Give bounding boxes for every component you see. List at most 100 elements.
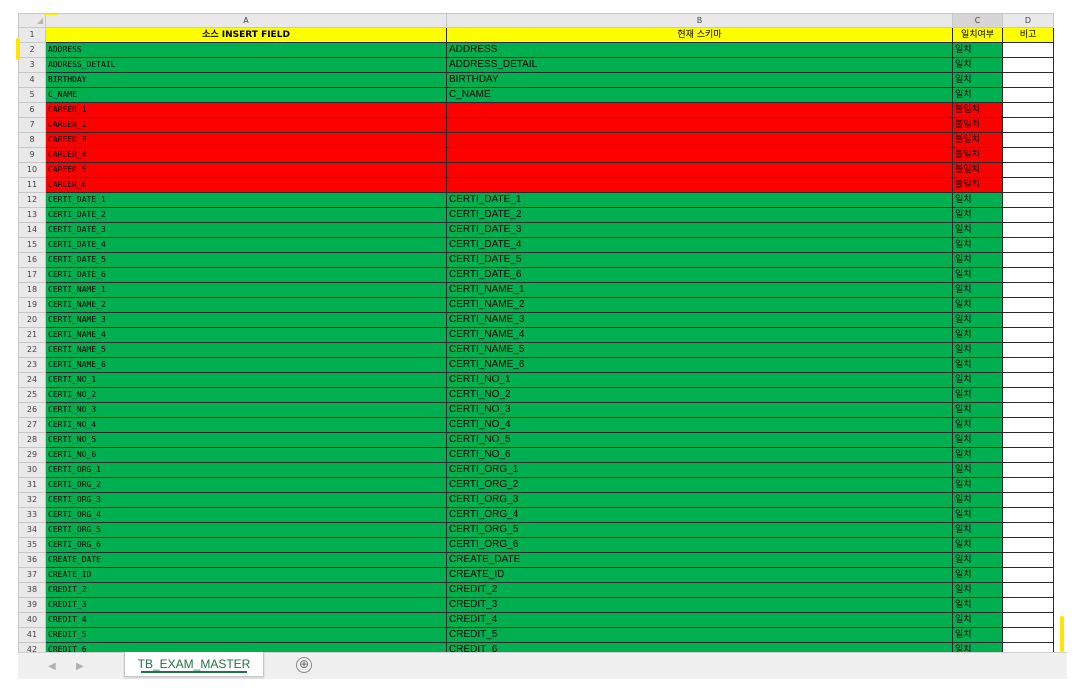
row-number[interactable]: 25 bbox=[18, 387, 46, 403]
row-number[interactable]: 29 bbox=[18, 447, 46, 463]
row-number[interactable]: 33 bbox=[18, 507, 46, 523]
row-number[interactable]: 3 bbox=[18, 57, 46, 73]
source-field-cell[interactable]: CREDIT_2 bbox=[45, 582, 447, 598]
remarks-cell[interactable] bbox=[1002, 192, 1054, 208]
remarks-cell[interactable] bbox=[1002, 72, 1054, 88]
match-status-cell[interactable]: 일치 bbox=[952, 417, 1003, 433]
match-status-cell[interactable]: 불일치 bbox=[952, 177, 1003, 193]
remarks-cell[interactable] bbox=[1002, 357, 1054, 373]
match-status-cell[interactable]: 일치 bbox=[952, 387, 1003, 403]
source-field-cell[interactable]: CERTI_NO_5 bbox=[45, 432, 447, 448]
source-field-cell[interactable]: CERTI_DATE_1 bbox=[45, 192, 447, 208]
remarks-cell[interactable] bbox=[1002, 102, 1054, 118]
schema-field-cell[interactable]: CERTI_ORG_1 bbox=[446, 462, 953, 478]
row-number[interactable]: 34 bbox=[18, 522, 46, 538]
source-field-cell[interactable]: CREDIT_4 bbox=[45, 612, 447, 628]
source-field-cell[interactable]: CERTI_DATE_6 bbox=[45, 267, 447, 283]
source-field-cell[interactable]: CERTI_ORG_2 bbox=[45, 477, 447, 493]
remarks-cell[interactable] bbox=[1002, 462, 1054, 478]
remarks-cell[interactable] bbox=[1002, 552, 1054, 568]
row-number[interactable]: 20 bbox=[18, 312, 46, 328]
match-status-cell[interactable]: 일치 bbox=[952, 552, 1003, 568]
match-status-cell[interactable]: 일치 bbox=[952, 207, 1003, 223]
schema-field-cell[interactable] bbox=[446, 132, 953, 148]
row-number[interactable]: 37 bbox=[18, 567, 46, 583]
match-status-cell[interactable]: 일치 bbox=[952, 447, 1003, 463]
schema-field-cell[interactable]: CERTI_NAME_1 bbox=[446, 282, 953, 298]
match-status-cell[interactable]: 일치 bbox=[952, 252, 1003, 268]
remarks-cell[interactable] bbox=[1002, 252, 1054, 268]
remarks-cell[interactable] bbox=[1002, 402, 1054, 418]
source-field-cell[interactable]: CREATE_DATE bbox=[45, 552, 447, 568]
schema-field-cell[interactable]: CERTI_DATE_4 bbox=[446, 237, 953, 253]
schema-field-cell[interactable]: C_NAME bbox=[446, 87, 953, 103]
source-field-cell[interactable]: CERTI_ORG_4 bbox=[45, 507, 447, 523]
match-status-cell[interactable]: 일치 bbox=[952, 267, 1003, 283]
source-field-cell[interactable]: CERTI_DATE_3 bbox=[45, 222, 447, 238]
schema-field-cell[interactable]: CERTI_NAME_2 bbox=[446, 297, 953, 313]
remarks-cell[interactable] bbox=[1002, 417, 1054, 433]
match-status-cell[interactable]: 일치 bbox=[952, 597, 1003, 613]
header-cell-current-schema[interactable]: 현재 스키마 bbox=[446, 27, 953, 43]
remarks-cell[interactable] bbox=[1002, 312, 1054, 328]
match-status-cell[interactable]: 불일치 bbox=[952, 117, 1003, 133]
schema-field-cell[interactable]: ADDRESS_DETAIL bbox=[446, 57, 953, 73]
source-field-cell[interactable]: CERTI_DATE_2 bbox=[45, 207, 447, 223]
match-status-cell[interactable]: 일치 bbox=[952, 87, 1003, 103]
schema-field-cell[interactable]: CERTI_DATE_6 bbox=[446, 267, 953, 283]
row-number[interactable]: 17 bbox=[18, 267, 46, 283]
source-field-cell[interactable]: CAREER_2 bbox=[45, 117, 447, 133]
schema-field-cell[interactable]: CERTI_ORG_2 bbox=[446, 477, 953, 493]
match-status-cell[interactable]: 일치 bbox=[952, 42, 1003, 58]
header-cell-remarks[interactable]: 비고 bbox=[1002, 27, 1054, 43]
source-field-cell[interactable]: BIRTHDAY bbox=[45, 72, 447, 88]
match-status-cell[interactable]: 일치 bbox=[952, 282, 1003, 298]
row-number[interactable]: 18 bbox=[18, 282, 46, 298]
column-header-c[interactable]: C bbox=[952, 13, 1003, 28]
row-number[interactable]: 22 bbox=[18, 342, 46, 358]
row-number[interactable]: 2 bbox=[18, 42, 46, 58]
row-number[interactable]: 28 bbox=[18, 432, 46, 448]
row-number[interactable]: 7 bbox=[18, 117, 46, 133]
row-number[interactable]: 26 bbox=[18, 402, 46, 418]
column-header-b[interactable]: B bbox=[446, 13, 953, 28]
schema-field-cell[interactable]: CERTI_NO_2 bbox=[446, 387, 953, 403]
match-status-cell[interactable]: 일치 bbox=[952, 222, 1003, 238]
row-number[interactable]: 30 bbox=[18, 462, 46, 478]
remarks-cell[interactable] bbox=[1002, 177, 1054, 193]
row-number[interactable]: 35 bbox=[18, 537, 46, 553]
match-status-cell[interactable]: 일치 bbox=[952, 627, 1003, 643]
source-field-cell[interactable]: CERTI_NO_2 bbox=[45, 387, 447, 403]
source-field-cell[interactable]: CERTI_NAME_5 bbox=[45, 342, 447, 358]
match-status-cell[interactable]: 일치 bbox=[952, 57, 1003, 73]
schema-field-cell[interactable]: CERTI_DATE_1 bbox=[446, 192, 953, 208]
row-number[interactable]: 13 bbox=[18, 207, 46, 223]
remarks-cell[interactable] bbox=[1002, 42, 1054, 58]
source-field-cell[interactable]: CERTI_NO_6 bbox=[45, 447, 447, 463]
add-sheet-icon[interactable]: ⊕ bbox=[296, 657, 312, 673]
header-cell-source-field[interactable]: 소스 INSERT FIELD bbox=[45, 27, 447, 43]
schema-field-cell[interactable]: CERTI_NO_4 bbox=[446, 417, 953, 433]
source-field-cell[interactable]: CERTI_NAME_3 bbox=[45, 312, 447, 328]
remarks-cell[interactable] bbox=[1002, 447, 1054, 463]
source-field-cell[interactable]: C_NAME bbox=[45, 87, 447, 103]
source-field-cell[interactable]: CERTI_DATE_5 bbox=[45, 252, 447, 268]
schema-field-cell[interactable] bbox=[446, 162, 953, 178]
match-status-cell[interactable]: 일치 bbox=[952, 327, 1003, 343]
spreadsheet-grid[interactable]: A B C D 1 소스 INSERT FIELD 현재 스키마 일치여부 비고… bbox=[18, 13, 1054, 658]
remarks-cell[interactable] bbox=[1002, 612, 1054, 628]
row-number[interactable]: 14 bbox=[18, 222, 46, 238]
row-number[interactable]: 6 bbox=[18, 102, 46, 118]
remarks-cell[interactable] bbox=[1002, 342, 1054, 358]
source-field-cell[interactable]: CAREER_6 bbox=[45, 177, 447, 193]
schema-field-cell[interactable]: BIRTHDAY bbox=[446, 72, 953, 88]
row-number[interactable]: 8 bbox=[18, 132, 46, 148]
row-number[interactable]: 10 bbox=[18, 162, 46, 178]
schema-field-cell[interactable] bbox=[446, 177, 953, 193]
schema-field-cell[interactable]: CREDIT_4 bbox=[446, 612, 953, 628]
row-number[interactable]: 27 bbox=[18, 417, 46, 433]
row-number[interactable]: 39 bbox=[18, 597, 46, 613]
schema-field-cell[interactable]: CREDIT_3 bbox=[446, 597, 953, 613]
row-number[interactable]: 23 bbox=[18, 357, 46, 373]
match-status-cell[interactable]: 일치 bbox=[952, 432, 1003, 448]
